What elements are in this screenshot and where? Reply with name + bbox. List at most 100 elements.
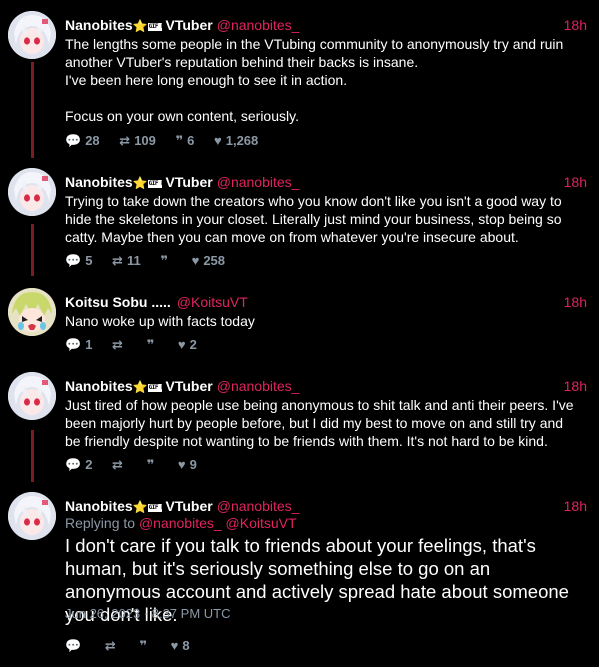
display-name[interactable]: Nanobites xyxy=(65,498,133,514)
reply-count: 5 xyxy=(85,253,93,268)
tweet-header: Nanobites⭐GIF REI VTuber @nanobites_ 18h xyxy=(65,376,587,396)
avatar[interactable] xyxy=(8,492,56,540)
gif-badge: GIF REI xyxy=(147,504,171,512)
quote-button[interactable]: ❞ xyxy=(139,637,151,655)
retweet-icon: ⇄ xyxy=(112,457,123,472)
display-name-suffix[interactable]: VTuber xyxy=(166,498,213,514)
gif-badge: GIF REI xyxy=(147,23,171,31)
reply-count: 2 xyxy=(85,457,93,472)
tweet-header: Nanobites⭐GIF REI VTuber @nanobites_ 18h xyxy=(65,172,587,192)
like-count: 1,268 xyxy=(225,133,259,148)
comment-bubble-icon: 💬 xyxy=(65,457,82,472)
comment-bubble-icon: 💬 xyxy=(65,337,82,352)
star-icon: ⭐ xyxy=(132,176,148,190)
tweet-text: The lengths some people in the VTubing c… xyxy=(65,35,581,125)
display-name-suffix[interactable]: VTuber xyxy=(166,378,213,394)
tweet-line: Nano woke up with facts today xyxy=(65,313,255,329)
heart-icon: ♥ xyxy=(177,457,186,472)
like-button[interactable]: ♥ 258 xyxy=(192,252,225,270)
replying-to-handles[interactable]: @nanobites_ @KoitsuVT xyxy=(139,515,297,531)
reply-button[interactable]: 💬 2 xyxy=(65,456,92,474)
like-button[interactable]: ♥ 8 xyxy=(171,637,190,655)
tweet-time[interactable]: 18h xyxy=(564,292,587,312)
gif-badge: GIF REI xyxy=(147,180,171,188)
display-name[interactable]: Nanobites xyxy=(65,174,133,190)
quote-button[interactable]: ❞ xyxy=(147,336,159,354)
quote-icon: ❞ xyxy=(146,457,155,472)
star-icon: ⭐ xyxy=(132,19,148,33)
star-icon: ⭐ xyxy=(132,500,148,514)
replying-to: Replying to @nanobites_ @KoitsuVT xyxy=(65,514,297,532)
retweet-button[interactable]: ⇄ 11 xyxy=(112,252,141,270)
retweet-button[interactable]: ⇄ xyxy=(112,456,127,474)
tweet-thread: Nanobites⭐GIF REI VTuber @nanobites_ 18h … xyxy=(0,0,599,667)
user-handle[interactable]: @nanobites_ xyxy=(217,174,300,190)
star-icon: ⭐ xyxy=(132,380,148,394)
tweet-time[interactable]: 18h xyxy=(564,376,587,396)
user-handle[interactable]: @KoitsuVT xyxy=(177,294,248,310)
tweet-line xyxy=(65,89,581,107)
quote-button[interactable]: ❞ xyxy=(160,252,172,270)
thread-line xyxy=(31,62,34,158)
reply-button[interactable]: 💬 xyxy=(65,637,85,655)
avatar[interactable] xyxy=(8,168,56,216)
reply-button[interactable]: 💬 5 xyxy=(65,252,92,270)
avatar-image xyxy=(8,372,56,420)
quote-button[interactable]: ❞ 6 xyxy=(176,132,195,150)
display-name[interactable]: Nanobites xyxy=(65,378,133,394)
retweet-icon: ⇄ xyxy=(104,638,116,653)
display-name-suffix[interactable]: VTuber xyxy=(166,17,213,33)
tweet-header: Nanobites⭐GIF REI VTuber @nanobites_ 18h xyxy=(65,15,587,35)
heart-icon: ♥ xyxy=(214,133,222,148)
thread-line xyxy=(31,430,34,482)
comment-bubble-icon: 💬 xyxy=(65,638,82,653)
comment-bubble-icon: 💬 xyxy=(65,253,82,268)
quote-button[interactable]: ❞ xyxy=(147,456,159,474)
retweet-button[interactable]: ⇄ xyxy=(105,637,120,655)
retweet-button[interactable]: ⇄ 109 xyxy=(119,132,156,150)
avatar-image xyxy=(8,168,56,216)
retweet-button[interactable]: ⇄ xyxy=(112,336,127,354)
tweet-text: Nano woke up with facts today xyxy=(65,312,581,330)
tweet-line: Just tired of how people use being anony… xyxy=(65,397,574,449)
reply-button[interactable]: 💬 1 xyxy=(65,336,92,354)
tweet-actions: 💬 ⇄ ❞ ♥ 8 xyxy=(65,637,206,655)
reply-button[interactable]: 💬 28 xyxy=(65,132,100,150)
like-button[interactable]: ♥ 2 xyxy=(178,336,197,354)
user-handle[interactable]: @nanobites_ xyxy=(217,378,300,394)
tweet-actions: 💬 5 ⇄ 11 ❞ ♥ 258 xyxy=(65,252,241,270)
reply-count: 1 xyxy=(85,337,93,352)
display-name[interactable]: Nanobites xyxy=(65,17,133,33)
tweet-time[interactable]: 18h xyxy=(564,15,587,35)
tweet-actions: 💬 28 ⇄ 109 ❞ 6 ♥ 1,268 xyxy=(65,132,274,150)
avatar-image xyxy=(8,492,56,540)
tweet-date[interactable]: Jun 26, 2023 · 8:37 PM UTC xyxy=(65,606,230,621)
avatar[interactable] xyxy=(8,11,56,59)
heart-icon: ♥ xyxy=(170,638,179,653)
like-button[interactable]: ♥ 9 xyxy=(178,456,197,474)
display-name[interactable]: Koitsu Sobu ..... xyxy=(65,294,171,310)
tweet-time[interactable]: 18h xyxy=(564,496,587,516)
tweet-header: Koitsu Sobu ..... @KoitsuVT 18h xyxy=(65,292,587,312)
like-count: 2 xyxy=(189,337,197,352)
user-handle[interactable]: @nanobites_ xyxy=(217,17,300,33)
retweet-icon: ⇄ xyxy=(112,337,123,352)
quote-icon: ❞ xyxy=(146,337,155,352)
avatar[interactable] xyxy=(8,372,56,420)
thread-line xyxy=(31,224,34,276)
quote-icon: ❞ xyxy=(139,638,147,653)
like-count: 258 xyxy=(203,253,226,268)
tweet-header: Nanobites⭐GIF REI VTuber @nanobites_ 18h xyxy=(65,496,587,516)
quote-icon: ❞ xyxy=(175,133,184,148)
replying-label: Replying to xyxy=(65,515,136,531)
user-handle[interactable]: @nanobites_ xyxy=(217,498,300,514)
avatar-image xyxy=(8,288,56,336)
display-name-suffix[interactable]: VTuber xyxy=(166,174,213,190)
quote-count: 6 xyxy=(187,133,195,148)
like-button[interactable]: ♥ 1,268 xyxy=(214,132,258,150)
avatar[interactable] xyxy=(8,288,56,336)
tweet-actions: 💬 2 ⇄ ❞ ♥ 9 xyxy=(65,456,213,474)
like-count: 9 xyxy=(189,457,197,472)
reply-count: 28 xyxy=(85,133,100,148)
tweet-time[interactable]: 18h xyxy=(564,172,587,192)
